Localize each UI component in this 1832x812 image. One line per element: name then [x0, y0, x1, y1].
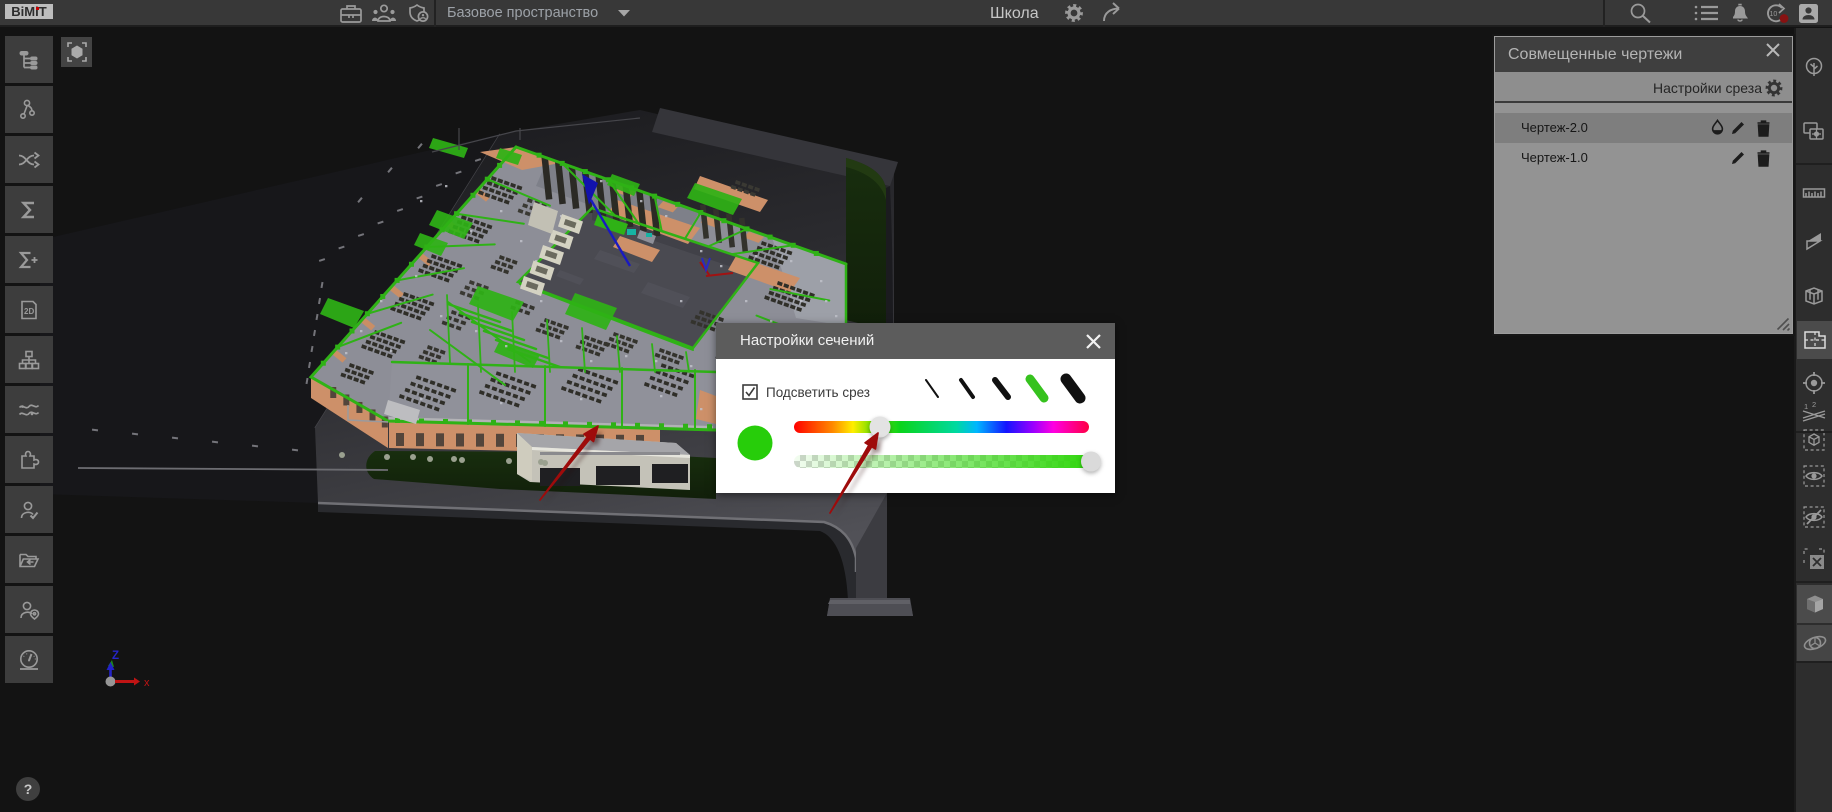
svg-text:2D: 2D [24, 307, 34, 316]
svg-text:2: 2 [1812, 400, 1816, 409]
svg-text:1: 1 [1804, 402, 1808, 411]
svg-text:Z: Z [112, 650, 119, 662]
svg-text:Подсветить срез: Подсветить срез [766, 385, 870, 400]
svg-text:x: x [144, 677, 150, 689]
